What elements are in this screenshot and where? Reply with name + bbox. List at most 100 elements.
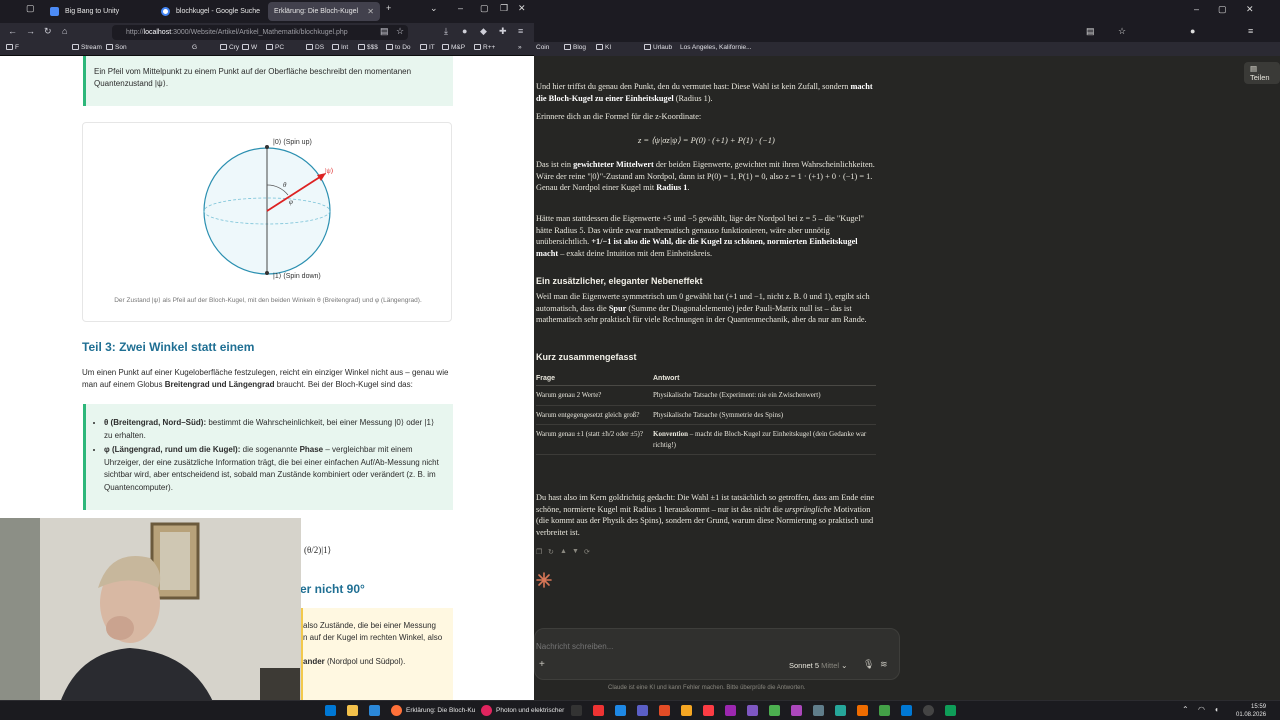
bookmark-folder[interactable]: Stream [72, 44, 102, 51]
share-button[interactable]: ▤ Teilen [1244, 62, 1280, 84]
section-heading: Teil 3: Zwei Winkel statt einem [82, 340, 255, 354]
reader-view-icon[interactable]: ▤ [1086, 26, 1095, 37]
file-explorer-icon[interactable] [347, 705, 358, 716]
menu-icon[interactable]: ≡ [518, 26, 523, 36]
table-row: Warum entgegengesetzt gleich groß? Physi… [536, 405, 876, 425]
app-icon[interactable] [945, 705, 956, 716]
microphone-icon[interactable]: 🎙 [863, 659, 874, 670]
app-icon[interactable] [835, 705, 846, 716]
music-icon[interactable] [703, 705, 714, 716]
extension-icon[interactable]: ◆ [480, 26, 487, 37]
add-attachment-icon[interactable]: + [539, 659, 545, 670]
regenerate-icon[interactable]: ⟳ [584, 548, 590, 556]
menu-icon[interactable]: ≡ [1248, 26, 1253, 36]
message-input[interactable] [536, 639, 876, 653]
close-tab-icon[interactable]: ✕ [367, 2, 374, 21]
bookmark-folder[interactable]: PC [266, 44, 284, 51]
close-window-icon[interactable]: ✕ [518, 3, 526, 14]
wifi-icon[interactable]: ◠ [1198, 705, 1205, 714]
label-spin-down: |1⟩ (Spin down) [273, 272, 321, 280]
app-icon[interactable] [369, 705, 380, 716]
bloch-sphere-figure: |0⟩ (Spin up) |1⟩ (Spin down) |ψ⟩ θ φ De… [82, 122, 452, 322]
bookmark-folder[interactable]: Urlaub [644, 44, 672, 51]
bookmark-folder[interactable]: to Do [386, 44, 411, 51]
home-icon[interactable]: ⌂ [62, 26, 67, 36]
bookmark-folder[interactable]: Cry [220, 44, 239, 51]
thumbs-down-icon[interactable]: ▼ [572, 548, 579, 555]
more-bookmarks-icon[interactable]: » [518, 44, 522, 51]
puzzle-icon[interactable]: ✚ [499, 26, 507, 37]
account-icon[interactable]: ● [1190, 26, 1195, 36]
app-icon[interactable] [813, 705, 824, 716]
clock[interactable]: 15:59 01.08.2026 [1236, 703, 1266, 719]
back-icon[interactable]: ← [8, 26, 17, 36]
bookmark-folder[interactable]: Int [332, 44, 348, 51]
maximize-icon[interactable]: ▢ [480, 3, 489, 14]
app-icon[interactable] [681, 705, 692, 716]
bookmark-star-icon[interactable]: ☆ [1118, 26, 1126, 37]
bookmark-link[interactable]: Los Angeles, Kalifornie... [680, 44, 752, 51]
reload-icon[interactable]: ↻ [44, 26, 52, 37]
browser-icon[interactable] [481, 705, 492, 716]
north-pole [265, 145, 269, 149]
bookmark-folder[interactable]: Blog [564, 44, 586, 51]
bookmark-folder[interactable]: R++ [474, 44, 495, 51]
bookmark-folder[interactable]: IT [420, 44, 435, 51]
vscode-icon[interactable] [901, 705, 912, 716]
tab-overview-icon[interactable]: ▢ [26, 3, 35, 14]
maximize-icon[interactable]: ▢ [1218, 4, 1227, 15]
bookmark-folder[interactable]: $$$ [358, 44, 378, 51]
copy-icon[interactable]: ❐ [536, 548, 542, 556]
bookmark-folder[interactable]: DS [306, 44, 324, 51]
bloch-sphere-diagram: |0⟩ (Spin up) |1⟩ (Spin down) |ψ⟩ θ φ [203, 138, 334, 280]
firefox-icon[interactable] [391, 705, 402, 716]
app-icon[interactable] [857, 705, 868, 716]
voice-mode-icon[interactable]: ≋ [880, 659, 888, 670]
downloads-icon[interactable]: ⤓ [444, 26, 448, 37]
thumbs-up-icon[interactable]: ▲ [560, 548, 567, 555]
bookmark-folder[interactable]: G [192, 44, 197, 51]
tab-bloch-kugel[interactable]: Erklärung: Die Bloch-Kugel ✕ [268, 2, 380, 21]
bookmark-folder[interactable]: W [242, 44, 257, 51]
app-icon[interactable] [747, 705, 758, 716]
new-tab-icon[interactable]: + [386, 3, 391, 13]
claude-star-icon [536, 572, 552, 588]
bookmark-folder[interactable]: KI [596, 44, 611, 51]
app-icon[interactable] [725, 705, 736, 716]
bookmark-folder[interactable]: F [6, 44, 19, 51]
app-icon[interactable] [659, 705, 670, 716]
app-icon[interactable] [593, 705, 604, 716]
teams-icon[interactable] [637, 705, 648, 716]
chevron-down-icon[interactable]: ⌄ [430, 3, 438, 14]
minimize-icon[interactable]: – [458, 3, 463, 13]
volume-icon[interactable]: ◖ [1214, 705, 1219, 714]
taskbar-item[interactable]: Erklärung: Die Bloch-Ku [406, 704, 475, 718]
account-icon[interactable]: ● [462, 26, 467, 36]
app-icon[interactable] [791, 705, 802, 716]
bookmark-star-icon[interactable]: ☆ [396, 26, 404, 37]
minimize-icon[interactable]: – [1194, 4, 1199, 14]
tray-chevron-icon[interactable]: ⌃ [1182, 705, 1189, 714]
start-icon[interactable] [325, 705, 336, 716]
forward-icon[interactable]: → [26, 26, 35, 36]
outlook-icon[interactable] [615, 705, 626, 716]
reader-view-icon[interactable]: ▤ [380, 26, 389, 37]
tab-google-search[interactable]: blochkugel - Google Suche [154, 2, 266, 21]
app-icon[interactable] [879, 705, 890, 716]
retry-icon[interactable]: ↻ [548, 548, 554, 556]
close-window-icon[interactable]: ✕ [1246, 4, 1254, 15]
address-bar[interactable]: http://localhost:3000/Website/Artikel/Ar… [112, 25, 408, 40]
model-selector[interactable]: Sonnet 5 Mittel ⌄ [789, 661, 847, 670]
restore-icon[interactable]: ❐ [500, 3, 508, 14]
callout-box: Ein Pfeil vom Mittelpunkt zu einem Punkt… [83, 56, 453, 106]
app-icon[interactable] [923, 705, 934, 716]
app-icon[interactable] [769, 705, 780, 716]
tab-big-bang[interactable]: Big Bang to Unity [43, 2, 151, 21]
bookmark-folder[interactable]: M&P [442, 44, 465, 51]
callout-text: also Zustände, die bei einer Messung n a… [303, 621, 443, 666]
app-icon[interactable] [571, 705, 582, 716]
bookmark-folder[interactable]: Coin [536, 44, 549, 51]
bookmark-folder[interactable]: Son [106, 44, 127, 51]
figure-caption: Der Zustand |ψ⟩ als Pfeil auf der Bloch-… [114, 297, 422, 304]
taskbar-item[interactable]: Photon und elektrischer [496, 704, 564, 718]
